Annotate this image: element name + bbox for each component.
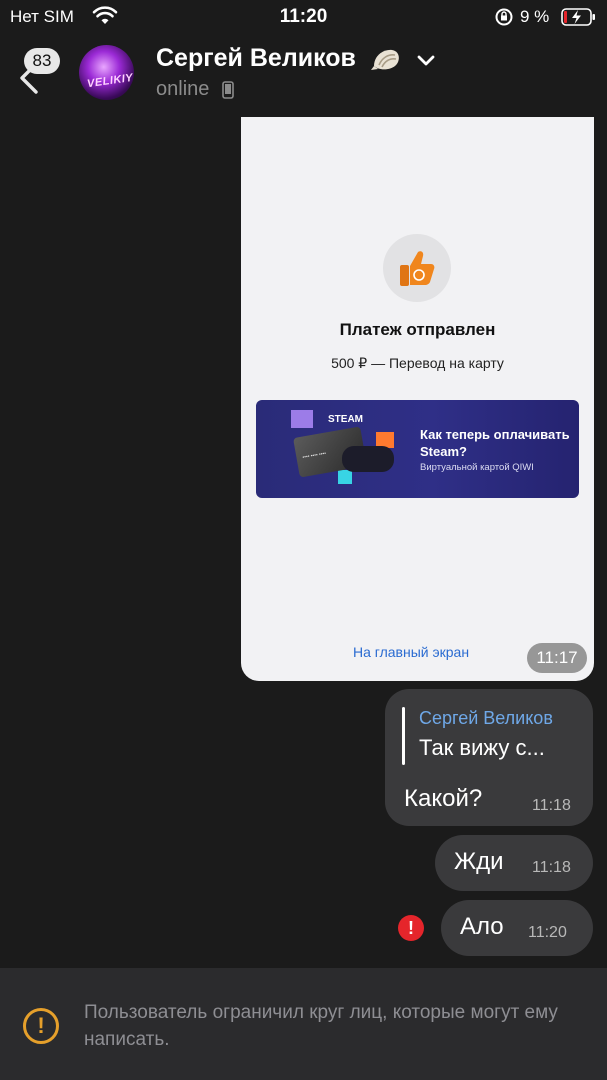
image-message[interactable]: Платеж отправлен 500 ₽ — Перевод на карт… bbox=[241, 117, 594, 681]
message-bubble[interactable]: Жди 11:18 bbox=[435, 835, 593, 891]
shell-emoji-icon bbox=[371, 46, 403, 79]
chat-header: 83 VELIKIY Сергей Великов online bbox=[0, 34, 607, 114]
avatar[interactable]: VELIKIY bbox=[79, 45, 134, 100]
status-bar: Нет SIM 11:20 9 % bbox=[0, 0, 607, 34]
send-error-icon[interactable]: ! bbox=[398, 915, 424, 941]
phone-icon bbox=[222, 81, 234, 104]
payment-title: Платеж отправлен bbox=[339, 320, 496, 339]
message-text: Жди bbox=[454, 848, 504, 875]
avatar-text: VELIKIY bbox=[86, 71, 134, 91]
presence-status: online bbox=[156, 78, 210, 100]
pixel-decoration bbox=[338, 470, 352, 484]
message-text: Ало bbox=[460, 913, 504, 940]
message-bubble[interactable]: Ало 11:20 bbox=[441, 900, 593, 956]
reply-quote-text[interactable]: Так вижу с... bbox=[419, 735, 545, 761]
steam-logo: STEAM bbox=[328, 414, 363, 425]
warning-icon: ! bbox=[23, 1008, 59, 1044]
pixel-decoration bbox=[291, 410, 313, 428]
unread-count-badge: 83 bbox=[24, 48, 60, 74]
message-time: 11:18 bbox=[532, 859, 571, 876]
card-number: •••• •••• •••• bbox=[302, 450, 327, 461]
reply-author[interactable]: Сергей Великов bbox=[419, 708, 553, 729]
message-time: 11:18 bbox=[532, 797, 571, 814]
battery-percent: 9 % bbox=[520, 7, 550, 26]
back-button[interactable]: 83 bbox=[14, 48, 64, 94]
clock: 11:20 bbox=[279, 6, 328, 27]
payment-subtitle: 500 ₽ — Перевод на карту bbox=[331, 355, 504, 371]
battery-charging-icon bbox=[561, 7, 597, 32]
chevron-down-icon[interactable] bbox=[416, 54, 436, 73]
rotation-lock-icon bbox=[494, 7, 514, 32]
message-text: Какой? bbox=[404, 785, 483, 812]
banner-subtitle: Виртуальной картой QIWI bbox=[420, 462, 534, 473]
banner-title: Как теперь оплачивать Steam? bbox=[420, 427, 570, 459]
message-time: 11:17 bbox=[527, 643, 587, 673]
thumbs-up-icon bbox=[383, 234, 451, 302]
reply-message-bubble[interactable]: Сергей Великов Так вижу с... Какой? 11:1… bbox=[385, 689, 593, 826]
message-list[interactable]: Платеж отправлен 500 ₽ — Перевод на карт… bbox=[0, 114, 607, 968]
home-screen-link[interactable]: На главный экран bbox=[353, 644, 469, 660]
reply-quote-bar bbox=[402, 707, 405, 765]
message-time: 11:20 bbox=[528, 924, 567, 941]
steam-promo-banner[interactable]: •••• •••• •••• STEAM Как теперь оплачива… bbox=[256, 400, 579, 498]
contact-name[interactable]: Сергей Великов bbox=[156, 44, 356, 73]
restriction-notice: ! Пользователь ограничил круг лиц, котор… bbox=[0, 968, 607, 1080]
notice-text: Пользователь ограничил круг лиц, которые… bbox=[84, 1002, 558, 1050]
gamepad-icon bbox=[342, 446, 394, 472]
